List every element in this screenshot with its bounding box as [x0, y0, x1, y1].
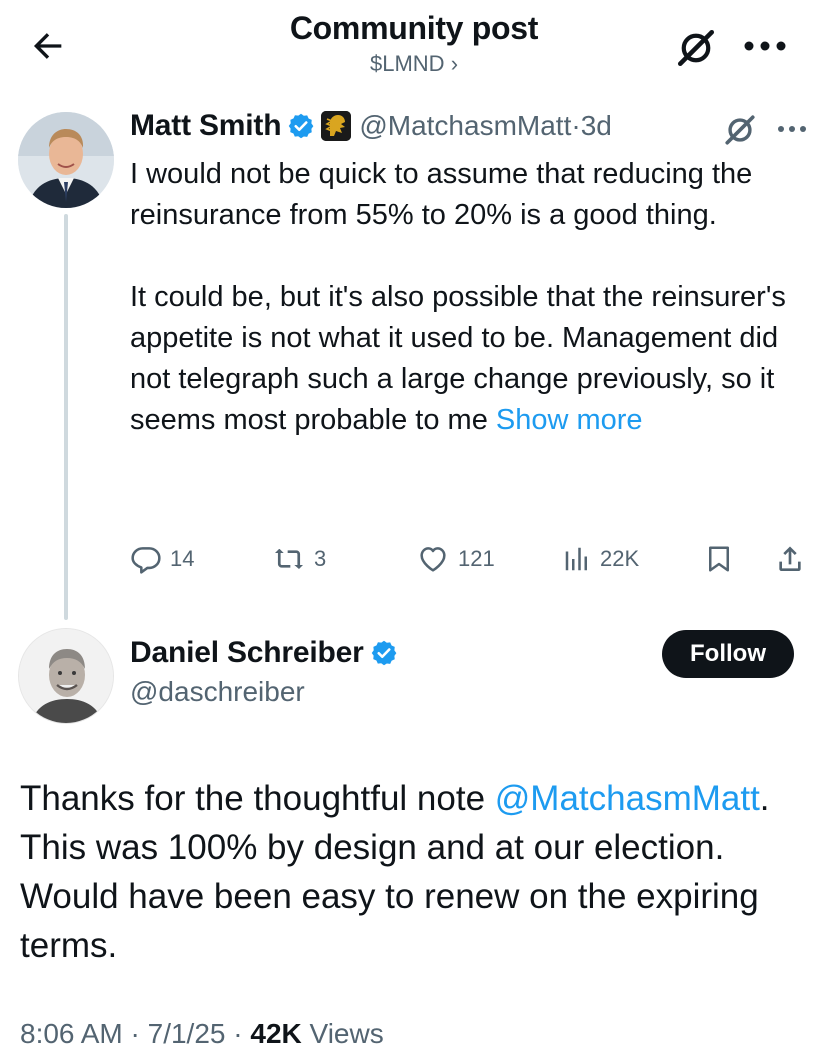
follow-button[interactable]: Follow	[662, 630, 794, 678]
author-name[interactable]: Daniel Schreiber	[130, 636, 364, 670]
avatar[interactable]	[18, 112, 114, 208]
reply-author-row: Daniel Schreiber	[130, 632, 398, 674]
grok-icon	[725, 115, 755, 145]
reply-count: 14	[170, 546, 195, 571]
reply-tweet-text: Thanks for the thoughtful note @Matchasm…	[20, 774, 816, 970]
post-time[interactable]: 8:06 AM	[20, 1018, 123, 1049]
reply-bubble-icon	[131, 547, 161, 574]
views-bar-chart-icon	[565, 547, 587, 571]
post-date[interactable]: 7/1/25	[148, 1018, 226, 1049]
share-icon	[779, 546, 801, 571]
mention-link[interactable]: @MatchasmMatt	[495, 779, 760, 818]
community-name: $LMND	[369, 51, 445, 76]
bookmark-button[interactable]	[704, 536, 734, 582]
timestamp[interactable]: 3d	[581, 110, 612, 142]
profile-photo	[19, 629, 113, 723]
meta-separator: ·	[130, 1018, 148, 1049]
profile-photo	[18, 112, 114, 208]
views-button[interactable]: 22K	[562, 536, 639, 582]
repost-icon	[275, 549, 303, 569]
parent-tweet-header: Matt Smith @MatchasmMatt · 3d	[130, 106, 612, 146]
heart-icon	[420, 547, 446, 572]
author-handle[interactable]: @daschreiber	[130, 676, 305, 708]
meta-separator: ·	[233, 1018, 251, 1049]
more-options-button[interactable]	[738, 24, 792, 68]
tweet-paragraph: It could be, but it's also possible that…	[130, 281, 786, 436]
like-button[interactable]: 121	[416, 536, 495, 582]
grok-button[interactable]	[718, 110, 762, 150]
author-name[interactable]: Matt Smith	[130, 109, 282, 143]
tweet-paragraph: I would not be quick to assume that redu…	[130, 158, 753, 231]
more-dots-icon	[744, 41, 786, 51]
author-handle[interactable]: @MatchasmMatt	[359, 110, 571, 142]
reply-button[interactable]: 14	[130, 536, 194, 582]
grok-button[interactable]	[672, 24, 720, 72]
tweet-more-button[interactable]	[772, 112, 812, 146]
like-count: 121	[458, 546, 495, 571]
repost-count: 3	[314, 546, 327, 571]
more-dots-icon	[778, 126, 806, 132]
views-label: Views	[309, 1018, 384, 1049]
avatar[interactable]	[18, 628, 114, 724]
parent-tweet-text: I would not be quick to assume that redu…	[130, 154, 810, 441]
tweet-actions: 14 3 121 22K	[130, 536, 814, 582]
chevron-right-icon: ›	[450, 51, 459, 76]
show-more-link[interactable]: Show more	[496, 404, 643, 436]
top-bar: Community post $LMND ›	[0, 0, 828, 96]
verified-badge-icon	[287, 112, 315, 140]
lion-org-badge-icon[interactable]	[321, 111, 352, 141]
bookmark-icon	[709, 546, 729, 572]
grok-icon	[677, 29, 715, 67]
share-button[interactable]	[774, 536, 806, 582]
verified-badge-icon	[370, 639, 398, 667]
tweet-text: Thanks for the thoughtful note	[20, 779, 495, 818]
thread-connector-line	[64, 214, 68, 620]
views-count: 22K	[600, 546, 640, 571]
tweet-meta: 8:06 AM · 7/1/25 · 42K Views	[20, 1018, 384, 1050]
view-count: 42K	[250, 1018, 302, 1049]
repost-button[interactable]: 3	[272, 536, 326, 582]
timestamp-separator: ·	[571, 110, 581, 141]
